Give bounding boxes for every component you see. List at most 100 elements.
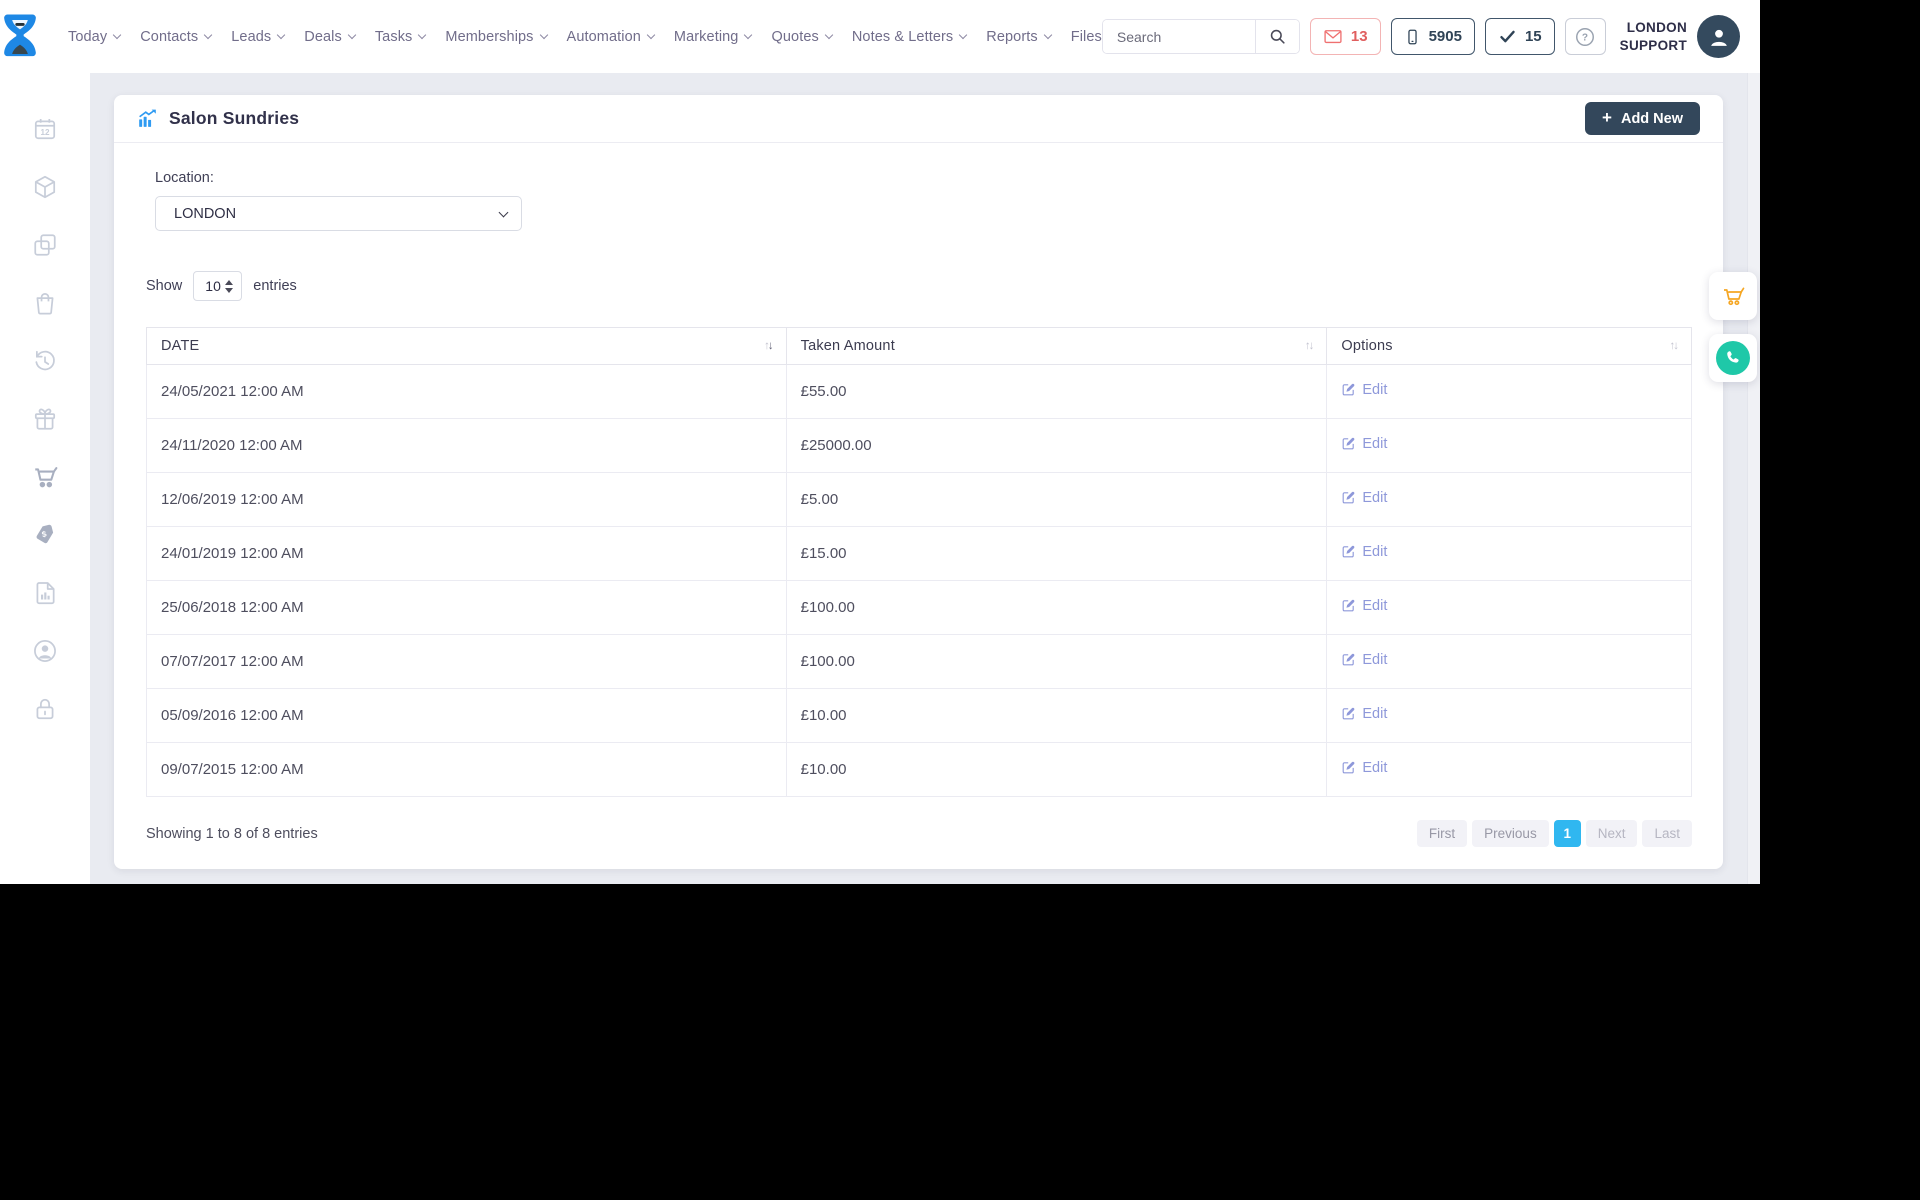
calendar-icon: 12	[34, 119, 56, 140]
sidebar-item-duplicates[interactable]	[31, 231, 59, 259]
sundries-table: DATE ↑↓ Taken Amount ↑↓ Options ↑↓ 24/05…	[146, 327, 1692, 797]
nav-item-quotes[interactable]: Quotes	[771, 28, 834, 45]
pagination-previous[interactable]: Previous	[1472, 820, 1549, 847]
app-logo[interactable]	[0, 12, 40, 62]
sort-icon: ↑↓	[1304, 340, 1314, 352]
nav-item-contacts[interactable]: Contacts	[140, 29, 213, 45]
nav-item-notes-letters[interactable]: Notes & Letters	[852, 29, 968, 45]
date-cell: 12/06/2019 12:00 AM	[146, 472, 787, 527]
nav-item-reports[interactable]: Reports	[986, 29, 1053, 45]
sidebar-item-lock[interactable]	[31, 695, 59, 723]
chevron-down-icon	[498, 207, 509, 217]
search-box	[1101, 19, 1300, 54]
add-new-button[interactable]: + Add New	[1585, 102, 1700, 135]
edit-link[interactable]: Edit	[1341, 490, 1387, 506]
sidebar-item-history[interactable]	[31, 347, 59, 375]
nav-item-tasks[interactable]: Tasks	[375, 29, 427, 45]
amount-cell: £100.00	[785, 634, 1328, 689]
edit-icon	[1343, 437, 1355, 450]
messages-badge[interactable]: 13	[1309, 18, 1381, 55]
sidebar-item-shopping-bag[interactable]	[31, 289, 59, 317]
search-input[interactable]	[1102, 20, 1255, 53]
nav-item-marketing[interactable]: Marketing	[673, 28, 753, 45]
pagination-first[interactable]: First	[1416, 820, 1468, 847]
date-cell: 09/07/2015 12:00 AM	[146, 742, 787, 797]
location-selected-value: LONDON	[174, 205, 237, 222]
sidebar-item-reports[interactable]	[31, 579, 59, 607]
shopping-bag-icon	[36, 293, 54, 315]
sidebar-item-cart[interactable]	[31, 463, 59, 491]
cart-icon	[1724, 287, 1745, 306]
options-cell: Edit	[1326, 472, 1692, 527]
phone-float-button[interactable]	[1709, 334, 1757, 382]
pagination-last[interactable]: Last	[1642, 820, 1692, 847]
sidebar-item-products[interactable]	[31, 173, 59, 201]
edit-icon	[1343, 599, 1355, 612]
column-header-options[interactable]: Options ↑↓	[1326, 327, 1692, 365]
nav-item-today[interactable]: Today	[68, 28, 122, 45]
sidebar-item-calendar[interactable]: 12	[31, 115, 59, 143]
pagination-page-1[interactable]: 1	[1553, 820, 1581, 847]
nav-item-files[interactable]: Files	[1071, 29, 1102, 45]
show-entries-select[interactable]: 10	[193, 271, 243, 301]
cart-float-button[interactable]	[1709, 272, 1757, 320]
scrollbar[interactable]	[1747, 73, 1760, 884]
sort-icon: ↑↓	[764, 340, 773, 352]
edit-link[interactable]: Edit	[1341, 544, 1387, 560]
nav-item-label: Marketing	[673, 28, 739, 45]
search-button[interactable]	[1254, 20, 1299, 53]
options-cell: Edit	[1326, 634, 1692, 689]
edit-link[interactable]: Edit	[1341, 760, 1387, 776]
edit-icon	[1343, 491, 1355, 504]
report-icon	[36, 582, 55, 605]
amount-cell: £55.00	[785, 364, 1328, 419]
title-wrap: Salon Sundries	[137, 108, 299, 129]
svg-text:?: ?	[1582, 32, 1588, 43]
location-label: Location:	[155, 170, 214, 186]
chevron-down-icon	[959, 30, 968, 40]
user-name-line1: LONDON	[1626, 19, 1687, 35]
tasks-badge[interactable]: 15	[1484, 18, 1555, 55]
nav-item-memberships[interactable]: Memberships	[445, 29, 548, 45]
edit-link[interactable]: Edit	[1341, 598, 1387, 614]
svg-text:12: 12	[40, 128, 50, 137]
edit-label: Edit	[1362, 543, 1388, 560]
price-tag-icon: $	[36, 524, 54, 544]
chart-icon	[139, 109, 156, 127]
sidebar-item-account[interactable]	[31, 637, 59, 665]
chevron-down-icon	[824, 30, 834, 40]
table-footer: Showing 1 to 8 of 8 entries First Previo…	[146, 820, 1692, 847]
location-select[interactable]: LONDON	[155, 196, 522, 231]
envelope-icon	[1324, 29, 1342, 43]
help-button[interactable]: ?	[1564, 18, 1606, 55]
sidebar-item-price-tag[interactable]: $	[31, 521, 59, 549]
page-title: Salon Sundries	[169, 108, 300, 128]
pagination-next[interactable]: Next	[1585, 820, 1638, 847]
app-body: 12 $ Salon Sundries + Add New Location: …	[0, 73, 1760, 884]
edit-link[interactable]: Edit	[1341, 652, 1387, 668]
table-row: 09/07/2015 12:00 AM £10.00 Edit	[146, 742, 1692, 797]
sidebar-item-gift[interactable]	[31, 405, 59, 433]
nav-item-label: Quotes	[771, 28, 819, 45]
nav-item-automation[interactable]: Automation	[567, 29, 656, 45]
salon-sundries-card: Salon Sundries + Add New Location: LONDO…	[114, 95, 1723, 869]
search-icon	[1270, 29, 1285, 44]
column-label: Taken Amount	[800, 338, 895, 354]
edit-link[interactable]: Edit	[1341, 436, 1387, 452]
edit-link[interactable]: Edit	[1341, 382, 1387, 398]
date-cell: 24/05/2021 12:00 AM	[146, 364, 787, 419]
chevron-down-icon	[347, 30, 357, 40]
hourglass-logo-icon	[4, 13, 36, 56]
nav-item-label: Today	[68, 28, 108, 45]
phone-badge[interactable]: 5905	[1390, 18, 1475, 55]
edit-icon	[1343, 707, 1355, 720]
avatar[interactable]	[1697, 15, 1740, 58]
column-header-date[interactable]: DATE ↑↓	[146, 327, 787, 365]
column-header-amount[interactable]: Taken Amount ↑↓	[785, 327, 1328, 365]
nav-item-leads[interactable]: Leads	[231, 29, 286, 45]
edit-link[interactable]: Edit	[1341, 706, 1387, 722]
chevron-down-icon	[539, 30, 548, 40]
amount-cell: £5.00	[785, 472, 1328, 527]
nav-item-deals[interactable]: Deals	[304, 29, 357, 45]
amount-cell: £100.00	[785, 580, 1328, 635]
